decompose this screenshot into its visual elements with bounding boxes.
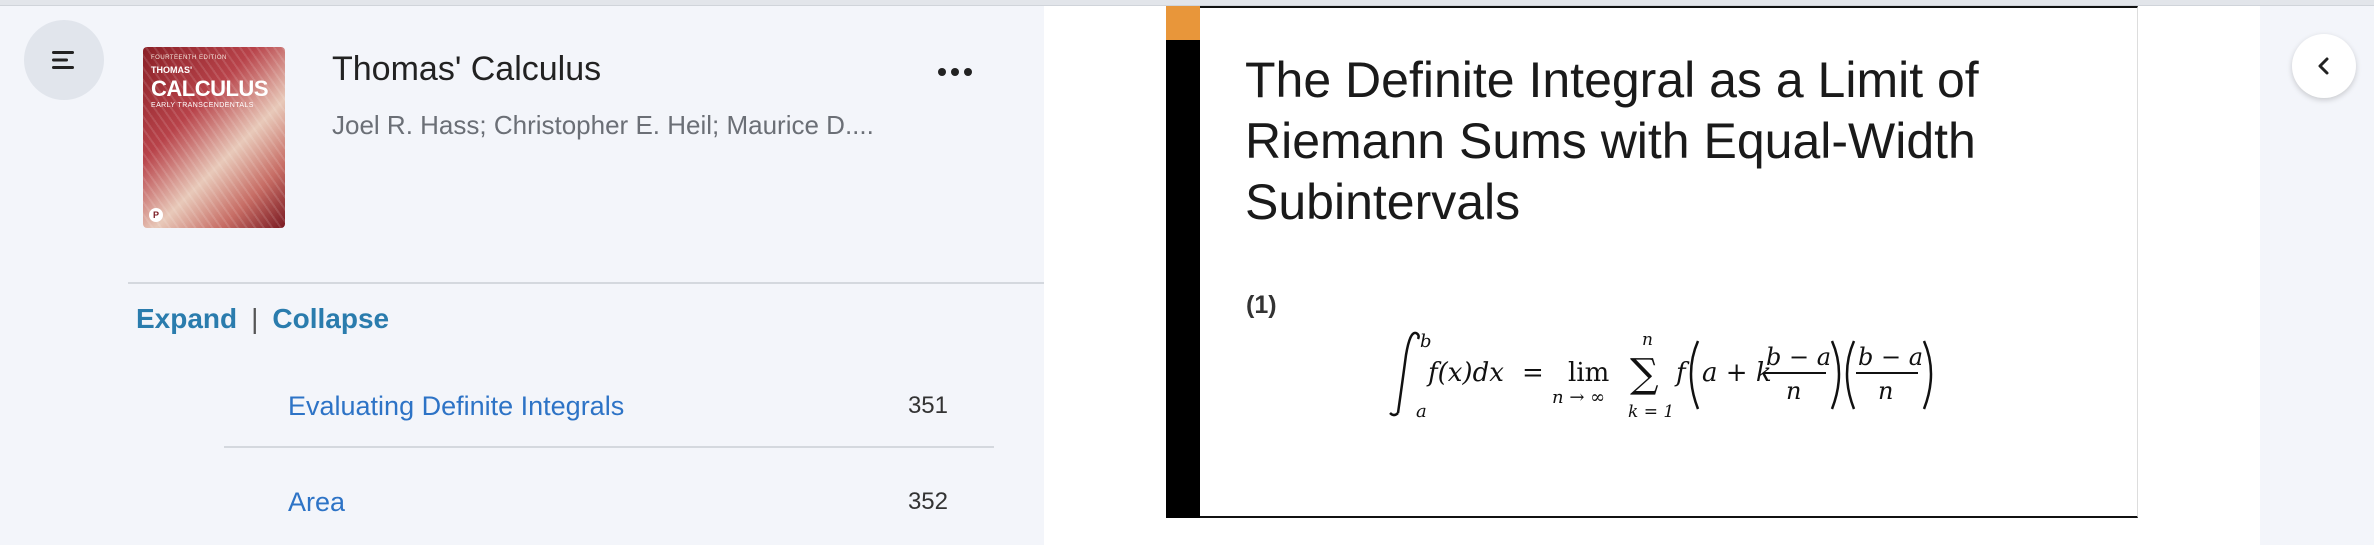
toc-item[interactable]: Evaluating Definite Integrals 351 [288,386,948,426]
toc-item[interactable]: Area 352 [288,482,948,522]
more-horizontal-icon [938,68,972,76]
more-options-button[interactable] [930,52,980,92]
page-side-bar [1166,6,1200,518]
equals-sign: = [1522,358,1544,388]
toc-divider [224,446,994,448]
book-cover-image: FOURTEENTH EDITION THOMAS' CALCULUS EARL… [143,47,285,228]
collapse-link[interactable]: Collapse [272,303,389,334]
section-title: The Definite Integral as a Limit of Riem… [1245,52,1979,230]
sum-upper-limit: n [1642,330,1653,350]
toc-item-page: 351 [907,392,948,419]
equation-number: (1) [1246,291,1277,319]
fraction-denominator: n [1786,377,1801,405]
limit-subscript: n → ∞ [1552,387,1605,408]
expand-collapse-controls: Expand | Collapse [136,303,389,335]
limit-operator: lim [1568,358,1609,388]
a-plus-k: a + k [1702,358,1772,388]
menu-button[interactable] [24,20,104,100]
toc-item-label[interactable]: Evaluating Definite Integrals [288,391,624,422]
fraction-denominator-2: n [1878,377,1893,405]
integral-lower-limit: a [1416,401,1427,422]
expand-link[interactable]: Expand [136,303,237,334]
sigma-icon: ∑ [1630,351,1659,397]
riemann-sum-equation: b a f(x)dx = lim n → ∞ ∑ n k = 1 f a + k… [1380,325,1980,425]
integrand: f(x)dx [1426,358,1504,388]
collapse-panel-button[interactable] [2292,34,2356,98]
integral-upper-limit: b [1420,331,1432,352]
hamburger-menu-icon [52,51,74,69]
fraction-numerator-2: b − a [1858,343,1923,371]
header-divider [128,282,1044,284]
book-title: Thomas' Calculus [332,50,602,88]
toc-item-label[interactable]: Area [288,487,345,518]
fraction-numerator: b − a [1766,343,1831,371]
function-f: f [1674,358,1690,388]
publisher-logo-icon: P [149,208,163,222]
book-authors: Joel R. Hass; Christopher E. Heil; Mauri… [332,110,874,140]
equation-figure: b a f(x)dx = lim n → ∞ ∑ n k = 1 f a + k… [1389,330,1933,422]
sum-lower-limit: k = 1 [1628,402,1674,422]
chevron-left-icon [2318,57,2329,75]
page-accent-marker [1166,6,1200,40]
separator: | [251,303,259,334]
toc-item-page: 352 [907,488,948,515]
